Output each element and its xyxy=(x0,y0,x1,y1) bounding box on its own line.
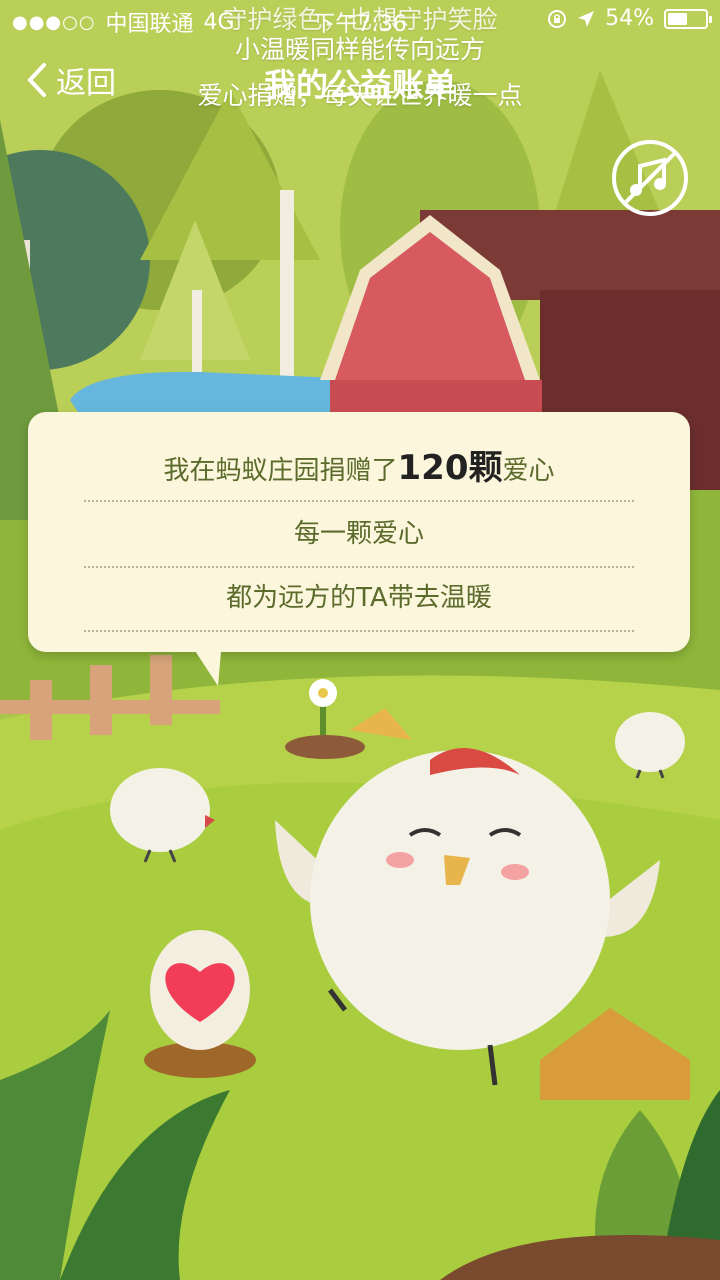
status-bar: ●●●○○ 中国联通 4G 下午7:36 54% xyxy=(0,0,720,40)
music-off-icon[interactable] xyxy=(610,138,690,218)
battery-level xyxy=(668,12,687,25)
donation-amount: 120颗 xyxy=(397,448,503,488)
donation-suffix: 爱心 xyxy=(502,456,555,486)
donation-prefix: 我在蚂蚁庄园捐赠了 xyxy=(163,456,398,486)
card-line-3: 都为远方的TA带去温暖 xyxy=(84,566,634,632)
rotation-lock-icon xyxy=(548,9,567,28)
location-arrow-icon xyxy=(578,10,595,27)
status-right: 54% xyxy=(547,6,712,31)
card-line-2: 每一颗爱心 xyxy=(84,502,634,568)
donation-summary-card: 我在蚂蚁庄园捐赠了120颗爱心 每一颗爱心 都为远方的TA带去温暖 xyxy=(28,412,690,652)
page-title: 我的公益账单 xyxy=(263,66,456,104)
card-line-donation: 我在蚂蚁庄园捐赠了120颗爱心 xyxy=(84,436,634,502)
battery-percent: 54% xyxy=(605,6,654,31)
battery-icon xyxy=(664,8,712,29)
speech-bubble-tail xyxy=(188,640,222,686)
